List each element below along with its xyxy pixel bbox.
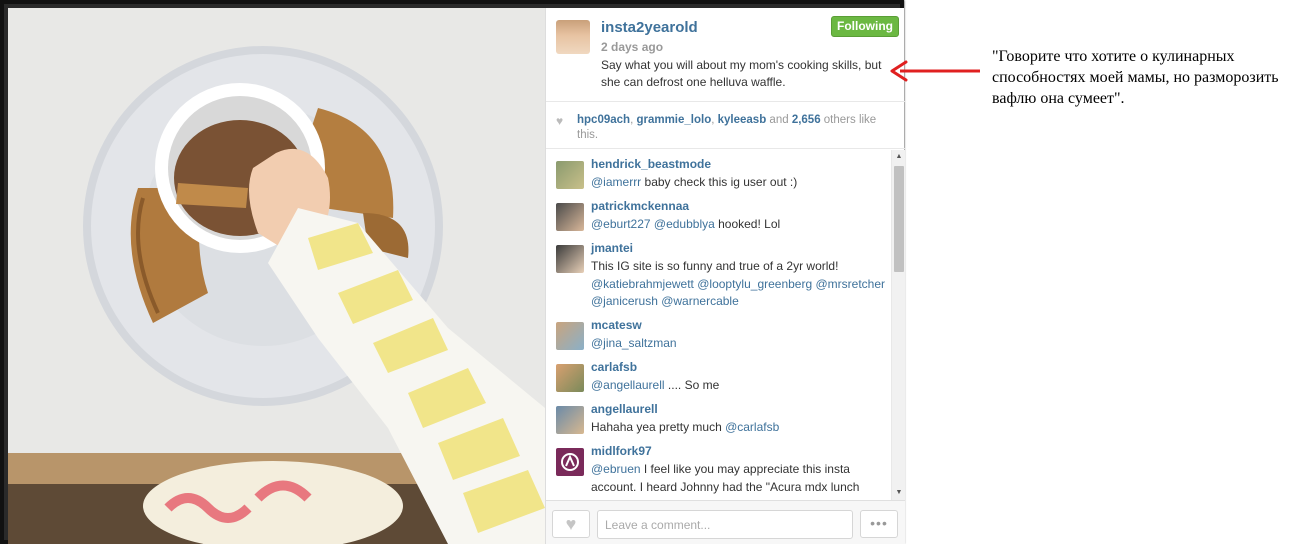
comment-body: baby check this ig user out :) — [641, 175, 798, 189]
comment-mention[interactable]: @angellaurell — [591, 378, 665, 392]
comment-footer: ♥ ••• — [546, 500, 905, 544]
logo-icon — [561, 453, 579, 471]
commenter-username[interactable]: patrickmckennaa — [591, 199, 689, 213]
waffle-photo-illustration — [8, 8, 545, 544]
commenter-username[interactable]: midlfork97 — [591, 444, 652, 458]
post-photo[interactable] — [8, 8, 545, 544]
heart-icon: ♥ — [565, 514, 577, 534]
comment-input[interactable] — [597, 510, 853, 539]
commenter-avatar[interactable] — [556, 161, 584, 189]
commenter-avatar[interactable] — [556, 245, 584, 273]
post-header: insta2yearold 2 days ago Say what you wi… — [546, 8, 905, 102]
comment-text: @jina_saltzman — [591, 335, 886, 353]
commenter-username[interactable]: hendrick_beastmode — [591, 157, 711, 171]
author-avatar[interactable] — [556, 20, 590, 54]
likes-and: and — [766, 114, 792, 126]
post-modal: insta2yearold 2 days ago Say what you wi… — [0, 0, 905, 544]
comment-text: This IG site is so funny and true of a 2… — [591, 258, 886, 311]
post-details-panel: insta2yearold 2 days ago Say what you wi… — [545, 8, 905, 544]
translation-annotation: "Говорите что хотите о кулинарных способ… — [992, 48, 1279, 107]
comment-list[interactable]: hendrick_beastmode @iamerrr baby check t… — [546, 150, 891, 500]
comment-mention[interactable]: @jina_saltzman — [591, 336, 677, 350]
comment-text: Hahaha yea pretty much @carlafsb — [591, 419, 886, 437]
commenter-username[interactable]: jmantei — [591, 241, 633, 255]
commenter-username[interactable]: mcatesw — [591, 318, 642, 332]
comment-body: Hahaha yea pretty much — [591, 420, 726, 434]
likes-count[interactable]: 2,656 — [792, 114, 821, 126]
comment-mention[interactable]: @eburt227 @edubblya — [591, 217, 715, 231]
following-button[interactable]: Following — [831, 16, 899, 37]
comments-scrollbar[interactable]: ▲ ▼ — [891, 150, 905, 500]
commenter-avatar[interactable] — [556, 364, 584, 392]
comment-text: @iamerrr baby check this ig user out :) — [591, 174, 886, 192]
liker-link[interactable]: kyleeasb — [718, 114, 767, 126]
scroll-thumb[interactable] — [894, 166, 904, 272]
post-caption: Say what you will about my mom's cooking… — [601, 58, 882, 89]
comment-mention[interactable]: @iamerrr — [591, 175, 641, 189]
comment-body: This IG site is so funny and true of a 2… — [591, 259, 839, 273]
commenter-username[interactable]: angellaurell — [591, 402, 658, 416]
commenter-avatar[interactable] — [556, 406, 584, 434]
comment-body: .... So me — [664, 378, 720, 392]
red-arrow-icon — [890, 60, 980, 82]
liker-link[interactable]: grammie_lolo — [636, 114, 711, 126]
author-username[interactable]: insta2yearold — [601, 19, 698, 36]
commenter-avatar[interactable] — [556, 322, 584, 350]
liker-link[interactable]: hpc09ach — [577, 114, 630, 126]
commenter-username[interactable]: carlafsb — [591, 360, 637, 374]
comment-body: hooked! Lol — [714, 217, 781, 231]
scroll-down-arrow-icon[interactable]: ▼ — [894, 488, 904, 498]
commenter-avatar[interactable] — [556, 448, 584, 476]
commenter-avatar[interactable] — [556, 203, 584, 231]
like-button[interactable]: ♥ — [552, 510, 590, 538]
comment-mention[interactable]: @ebruen — [591, 462, 641, 476]
post-time: 2 days ago — [601, 40, 664, 54]
comment-text: @ebruen I feel like you may appreciate t… — [591, 461, 886, 496]
more-options-button[interactable]: ••• — [860, 510, 898, 538]
comment-text: @eburt227 @edubblya hooked! Lol — [591, 216, 886, 234]
comment-mention[interactable]: @katiebrahmjewett @looptylu_greenberg @m… — [591, 277, 885, 309]
comment-text: @angellaurell .... So me — [591, 377, 886, 395]
scroll-up-arrow-icon[interactable]: ▲ — [894, 152, 904, 162]
likes-summary: ♥ hpc09ach, grammie_lolo, kyleeasb and 2… — [546, 103, 905, 149]
comment-mention[interactable]: @carlafsb — [725, 420, 779, 434]
heart-icon: ♥ — [556, 114, 564, 128]
